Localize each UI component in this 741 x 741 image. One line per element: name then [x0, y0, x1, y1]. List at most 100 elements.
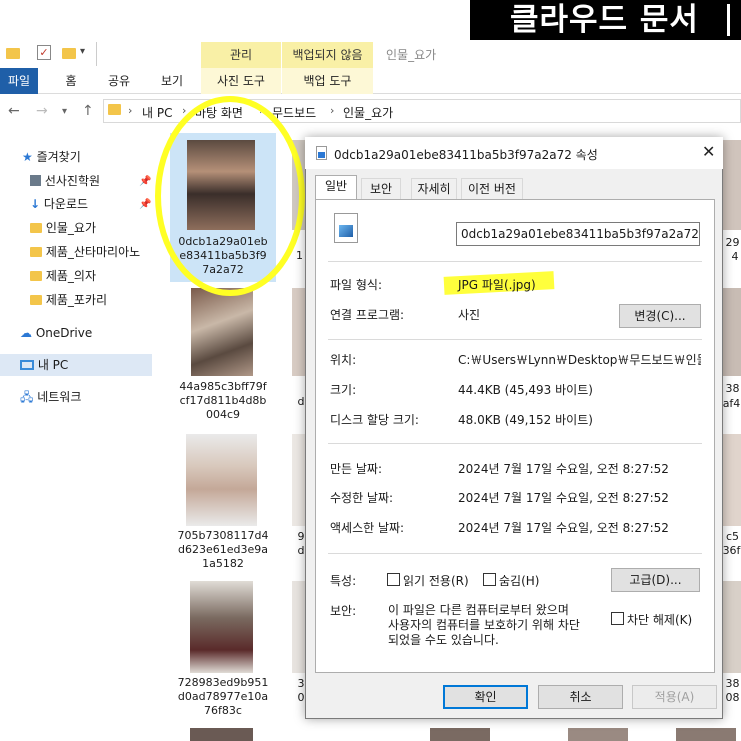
nav-item-label: 인물_요가: [45, 221, 96, 235]
file-name-label: 705b7308117d4 d623e61ed3e9a 1a5182: [177, 529, 269, 570]
tab-file[interactable]: 파일: [0, 68, 38, 94]
nav-item-label: 제품_포카리: [45, 293, 108, 307]
file-name-label: 44a985c3bff79f cf17d811b4d8b 004c9: [179, 380, 267, 421]
thumbnail-image[interactable]: [191, 288, 253, 376]
nav-item-network[interactable]: 🖧 네트워크: [0, 386, 152, 408]
download-icon: ↓: [30, 197, 41, 211]
nav-item-label: 제품_산타마리아노: [45, 245, 141, 259]
thumbnail-image[interactable]: [723, 581, 741, 673]
change-button[interactable]: 변경(C)...: [619, 304, 701, 328]
image-file-icon: [334, 213, 358, 243]
nav-item-label: OneDrive: [35, 326, 93, 340]
thumbnail-image[interactable]: [430, 728, 490, 741]
folder-icon[interactable]: [6, 48, 20, 59]
filename-input[interactable]: 0dcb1a29a01ebe83411ba5b3f97a2a72: [456, 222, 700, 246]
file-type-label: 파일 형식:: [330, 278, 383, 292]
properties-check-icon[interactable]: ✓: [37, 45, 51, 60]
nav-item-my-pc[interactable]: 내 PC: [0, 354, 152, 376]
hidden-checkbox[interactable]: [483, 573, 496, 586]
thumbnail-image[interactable]: [292, 581, 305, 673]
nav-item-product-santamaria[interactable]: 제품_산타마리아노: [0, 241, 152, 263]
file-name-label-partial: 4: [731, 250, 739, 263]
thumbnail-image[interactable]: [676, 728, 736, 741]
dialog-title: 0dcb1a29a01ebe83411ba5b3f97a2a72 속성: [334, 148, 598, 162]
unblock-checkbox[interactable]: [611, 612, 624, 625]
nav-item-label: 내 PC: [37, 358, 69, 372]
disk-size-value: 48.0KB (49,152 바이트): [458, 413, 593, 427]
highlight-circle-annotation: [155, 96, 305, 296]
tab-share[interactable]: 공유: [104, 68, 134, 94]
nav-item-product-chair[interactable]: 제품_의자: [0, 265, 152, 287]
breadcrumb-current-folder[interactable]: 인물_요가: [343, 104, 393, 121]
nav-item-label: 네트워크: [37, 390, 82, 404]
breadcrumb-moodboard[interactable]: 무드보드: [272, 104, 316, 121]
nav-item-label: 선사진학원: [44, 174, 101, 188]
close-icon[interactable]: ✕: [702, 142, 715, 161]
breadcrumb-separator-icon: ›: [128, 104, 133, 117]
thumbnail-image[interactable]: [723, 288, 741, 376]
hidden-label: 숨김(H): [499, 574, 540, 588]
up-arrow-icon[interactable]: ↑: [82, 103, 94, 119]
breadcrumb-my-pc[interactable]: 내 PC: [142, 104, 172, 121]
file-type-value: JPG 파일(.jpg): [458, 278, 536, 292]
created-label: 만든 날짜:: [330, 462, 383, 476]
file-name-label-partial: af4: [722, 397, 741, 410]
size-value: 44.4KB (45,493 바이트): [458, 383, 593, 397]
security-text-line-3: 되었을 수도 있습니다.: [388, 633, 499, 647]
thumbnail-image[interactable]: [723, 140, 741, 230]
file-name-label-partial: d: [297, 395, 305, 408]
thumbnail-image[interactable]: [292, 288, 305, 376]
tab-previous-versions[interactable]: 이전 버전: [461, 178, 523, 200]
nav-item-onedrive[interactable]: ☁ OneDrive: [0, 322, 152, 344]
qat-dropdown-icon[interactable]: ▾: [80, 46, 85, 57]
readonly-checkbox[interactable]: [387, 573, 400, 586]
image-folder-icon: [30, 175, 41, 186]
banner-title: 클라우드 문서: [510, 2, 699, 38]
forward-arrow-icon[interactable]: →: [36, 103, 48, 119]
tab-backup-tools[interactable]: 백업 도구: [282, 68, 373, 94]
tab-picture-tools[interactable]: 사진 도구: [201, 68, 281, 94]
tab-home[interactable]: 홈: [56, 68, 86, 94]
size-label: 크기:: [330, 383, 357, 397]
thumbnail-image[interactable]: [190, 581, 253, 673]
tab-general[interactable]: 일반: [315, 175, 357, 200]
context-backup-label: 백업되지 않음: [282, 42, 373, 68]
breadcrumb-separator-icon: ›: [330, 104, 335, 117]
apply-button[interactable]: 적용(A): [632, 685, 717, 709]
thumbnail-image[interactable]: [723, 434, 741, 526]
file-name-label-partial: 08: [725, 691, 740, 704]
divider: [328, 339, 702, 340]
nav-item-downloads[interactable]: ↓ 다운로드: [0, 193, 152, 215]
tab-view[interactable]: 보기: [157, 68, 187, 94]
ok-button[interactable]: 확인: [443, 685, 528, 709]
thumbnail-image[interactable]: [186, 434, 257, 526]
open-with-label: 연결 프로그램:: [330, 308, 405, 322]
thumbnail-image[interactable]: [190, 728, 253, 741]
pin-icon[interactable]: 📌: [139, 199, 151, 210]
thumbnail-image[interactable]: [568, 728, 628, 741]
nav-item-label: 제품_의자: [45, 269, 96, 283]
advanced-button[interactable]: 고급(D)...: [611, 568, 700, 592]
nav-item-label: 다운로드: [43, 197, 89, 211]
tab-details[interactable]: 자세히: [411, 178, 457, 200]
back-arrow-icon[interactable]: ←: [8, 103, 20, 119]
nav-item-person-yoga[interactable]: 인물_요가: [0, 217, 152, 239]
cancel-button[interactable]: 취소: [538, 685, 623, 709]
unblock-label: 차단 해제(K): [627, 613, 693, 627]
window-title: 인물_요가: [386, 48, 437, 62]
nav-item-favorites[interactable]: ★ 즐겨찾기: [0, 146, 152, 168]
file-name-label-partial: 0: [297, 691, 305, 704]
star-icon: ★: [22, 150, 33, 164]
new-folder-icon[interactable]: [62, 48, 76, 59]
tab-security[interactable]: 보안: [361, 178, 401, 200]
recent-dropdown-icon[interactable]: ▾: [62, 106, 67, 117]
file-name-label-partial: 29: [725, 236, 740, 249]
nav-item-product-pocari[interactable]: 제품_포카리: [0, 289, 152, 311]
pin-icon[interactable]: 📌: [139, 176, 151, 187]
thumbnail-image[interactable]: [292, 434, 305, 526]
location-label: 위치:: [330, 353, 357, 367]
cloud-icon: ☁: [20, 326, 32, 340]
attributes-label: 특성:: [330, 574, 357, 588]
nav-item-photo-academy[interactable]: 선사진학원: [0, 170, 152, 192]
divider: [328, 553, 702, 554]
